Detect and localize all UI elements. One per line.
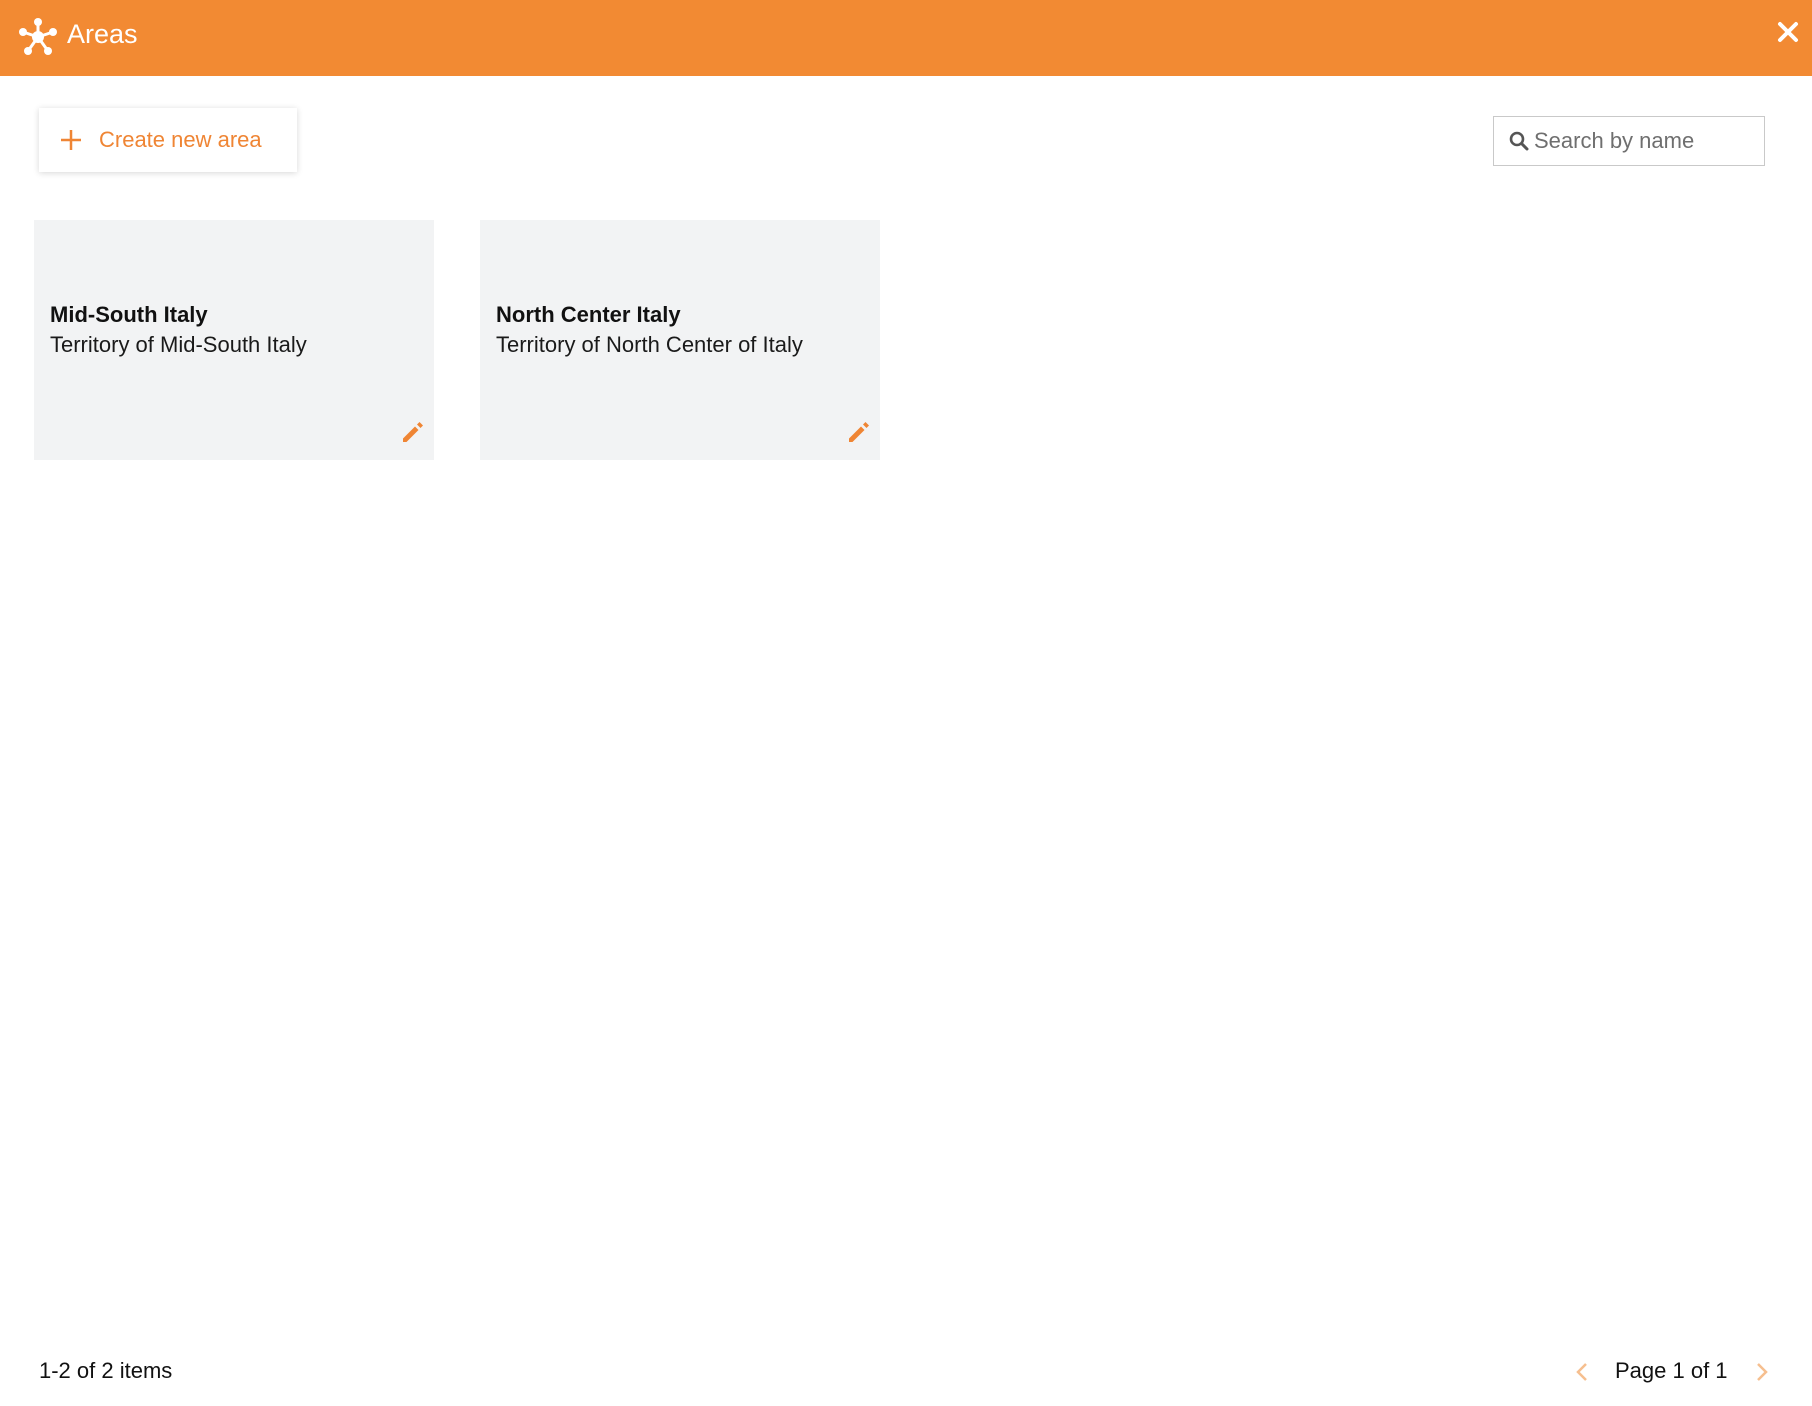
search-box[interactable] — [1493, 116, 1765, 166]
app-header: Areas — [0, 0, 1812, 76]
area-description: Territory of Mid-South Italy — [50, 332, 307, 357]
pagination-footer: 1-2 of 2 items Page 1 of 1 — [0, 1330, 1812, 1406]
chevron-left-icon[interactable] — [1572, 1360, 1592, 1384]
area-description: Territory of North Center of Italy — [496, 332, 803, 357]
area-card-mid-south-italy[interactable]: Mid-South Italy Territory of Mid-South I… — [34, 220, 434, 460]
page-title: Areas — [67, 19, 138, 49]
area-name: Mid-South Italy — [50, 302, 208, 327]
network-nodes-icon — [19, 18, 57, 55]
pencil-icon[interactable] — [400, 419, 426, 445]
area-name: North Center Italy — [496, 302, 681, 327]
area-card-north-center-italy[interactable]: North Center Italy Territory of North Ce… — [480, 220, 880, 460]
item-count: 1-2 of 2 items — [39, 1358, 173, 1383]
search-input[interactable] — [1534, 117, 1759, 165]
create-new-area-label: Create new area — [99, 127, 262, 152]
page-indicator: Page 1 of 1 — [1615, 1358, 1728, 1383]
close-icon[interactable] — [1776, 20, 1800, 44]
create-new-area-button[interactable]: Create new area — [39, 108, 297, 172]
pencil-icon[interactable] — [846, 419, 872, 445]
plus-icon — [61, 130, 81, 150]
search-icon — [1509, 131, 1529, 151]
chevron-right-icon[interactable] — [1752, 1360, 1772, 1384]
